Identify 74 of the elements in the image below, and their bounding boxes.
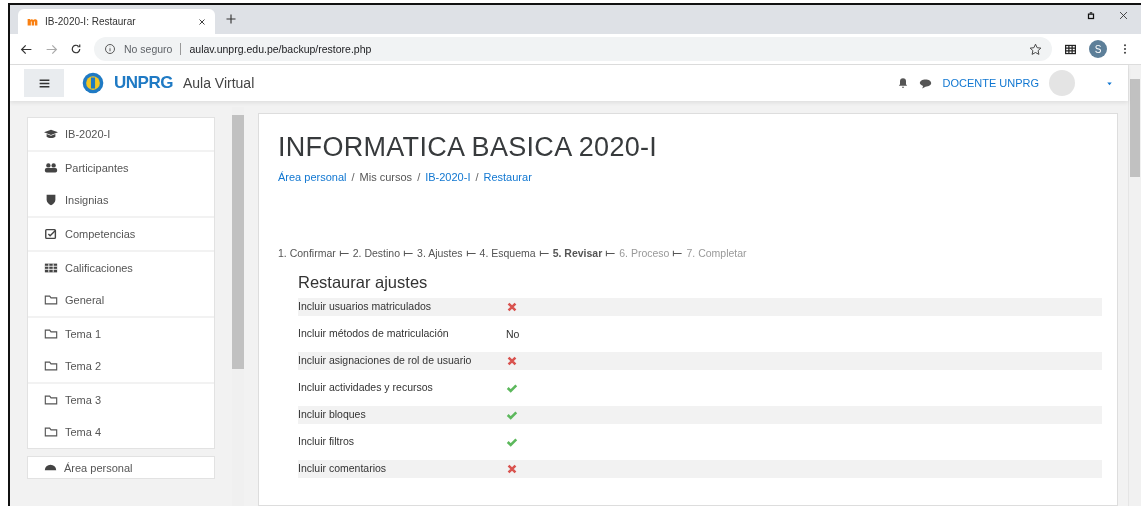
site-logo[interactable]: UNPRG (114, 73, 173, 93)
notification-bell-icon[interactable] (897, 77, 910, 89)
nav-item[interactable]: General (28, 284, 214, 316)
nav-item[interactable]: Tema 1 (28, 318, 214, 350)
close-window-icon[interactable] (1118, 10, 1129, 21)
progress-step: 2. Destino (352, 247, 401, 259)
breadcrumb-separator: / (475, 171, 479, 183)
cross-icon (506, 355, 518, 367)
progress-step: 6. Proceso (619, 247, 670, 259)
check-icon (506, 382, 518, 394)
scrollbar[interactable] (1128, 65, 1141, 506)
progress-step: 7. Completar (686, 247, 747, 259)
setting-label: Incluir asignaciones de rol de usuario (298, 353, 473, 369)
nav-item[interactable]: Tema 3 (28, 384, 214, 416)
folder-icon (44, 327, 58, 341)
graduation-cap-icon (44, 127, 58, 141)
check-icon (506, 436, 518, 448)
reload-icon[interactable] (70, 43, 82, 55)
section-heading: Restaurar ajustes (298, 273, 429, 292)
breadcrumb-link[interactable]: IB-2020-I (425, 171, 471, 183)
nav-item[interactable]: Participantes (28, 152, 214, 184)
info-icon[interactable] (104, 43, 116, 55)
shield-icon (44, 193, 58, 207)
check-icon (506, 409, 518, 421)
breadcrumb-label: Mis cursos (359, 171, 413, 183)
nav-item[interactable]: Competencias (28, 218, 214, 250)
nav-item[interactable]: IB-2020-I (28, 118, 214, 150)
setting-label: Incluir filtros (298, 434, 355, 450)
user-name[interactable]: DOCENTE UNPRG (942, 77, 1039, 89)
grid-icon[interactable] (1064, 42, 1077, 56)
menu-button[interactable] (24, 69, 64, 97)
folder-icon (44, 425, 58, 439)
nav-item[interactable]: Tema 2 (28, 350, 214, 382)
emblem-icon (82, 72, 104, 94)
security-label: No seguro (124, 43, 182, 55)
star-icon[interactable] (1029, 42, 1042, 56)
setting-label: Incluir actividades y recursos (298, 380, 434, 396)
setting-value: No (506, 328, 520, 340)
progress-step: 1. Confirmar (278, 247, 336, 259)
address-bar[interactable]: No seguro aulav.unprg.edu.pe/backup/restore.php (94, 37, 1052, 61)
back-icon[interactable] (20, 42, 33, 56)
site-name: Aula Virtual (182, 75, 255, 91)
setting-label: Incluir usuarios matriculados (298, 299, 433, 315)
folder-icon (44, 393, 58, 407)
users-icon (44, 161, 58, 175)
cross-icon (506, 301, 518, 313)
nav-item[interactable]: Tema 4 (28, 416, 214, 448)
restore-window-icon[interactable] (1086, 10, 1096, 21)
dashboard-icon (44, 462, 57, 473)
course-title: INFORMATICA BASICA 2020-I (278, 132, 659, 163)
breadcrumb-link[interactable]: Área personal (278, 171, 347, 183)
breadcrumb-separator: / (351, 171, 355, 183)
progress-step: 3. Ajustes (417, 247, 463, 259)
browser-tab[interactable]: IB-2020-I: Restaurar (18, 9, 215, 34)
folder-icon (44, 293, 58, 307)
close-icon[interactable] (197, 16, 207, 27)
folder-icon (44, 359, 58, 373)
breadcrumb-separator: / (417, 171, 421, 183)
breadcrumb-link[interactable]: Restaurar (483, 171, 532, 183)
table-icon (44, 261, 58, 275)
setting-label: Incluir métodos de matriculación (298, 326, 450, 342)
url-text: aulav.unprg.edu.pe/backup/restore.php (189, 43, 373, 55)
nav-item[interactable]: Área personal (28, 457, 214, 478)
progress-step: 4. Esquema (479, 247, 536, 259)
nav-item[interactable]: Insignias (28, 184, 214, 216)
setting-label: Incluir comentarios (298, 461, 388, 477)
progress-step: 5. Revisar (552, 247, 603, 259)
setting-label: Incluir bloques (298, 407, 367, 423)
cross-icon (506, 463, 518, 475)
nav-item[interactable]: Calificaciones (28, 252, 214, 284)
new-tab-icon[interactable] (225, 12, 237, 25)
checkbox-icon (44, 227, 58, 241)
chat-icon[interactable] (919, 76, 933, 90)
profile-avatar[interactable]: S (1089, 40, 1107, 58)
